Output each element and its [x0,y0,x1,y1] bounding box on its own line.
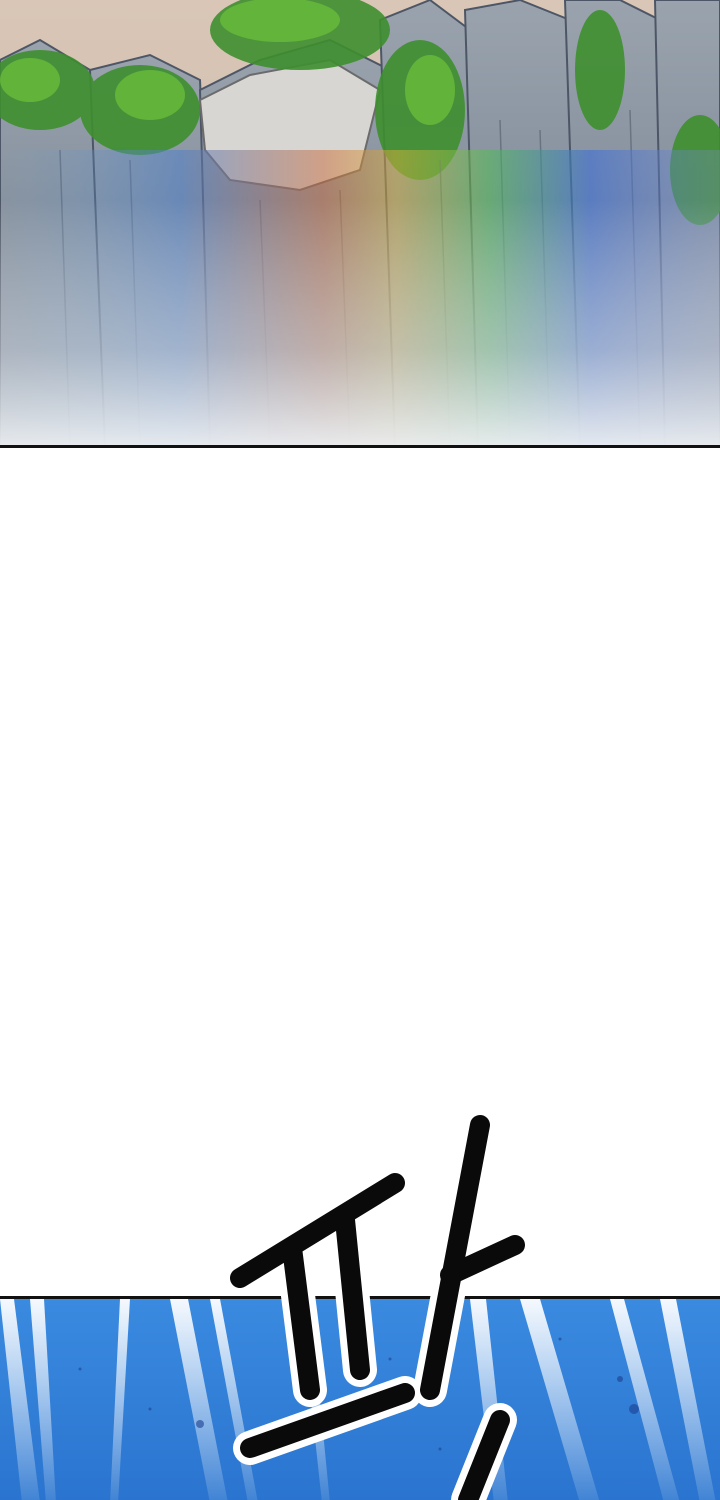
cliff-scene-illustration [0,0,720,445]
comic-page: 파 [0,0,720,1500]
blue-water-panel [0,1296,720,1500]
cliff-rainbow-panel [0,0,720,448]
water-scene-illustration [0,1299,720,1500]
panel-gutter [0,448,720,1296]
